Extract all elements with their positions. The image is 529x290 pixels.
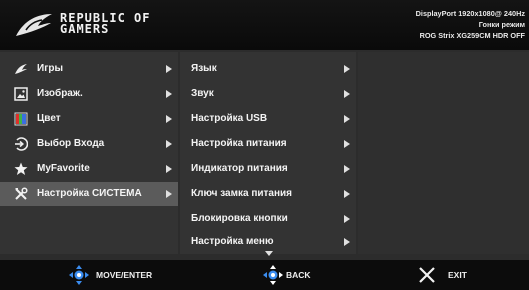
menu-item-label: Настройка СИСТЕМА	[37, 188, 142, 199]
brand-line-2: GAMERS	[60, 22, 110, 36]
sub-menu: Язык Звук Настройка USB Настройка питани…	[180, 52, 356, 256]
chevron-right-icon	[166, 165, 172, 173]
footer-hints: MOVE/ENTER BACK EXIT	[0, 260, 529, 290]
chevron-right-icon	[344, 238, 350, 246]
main-menu: Игры Изображ. Цвет Выбор Входа MyFavorit…	[0, 52, 178, 254]
rog-logo-icon	[16, 14, 52, 36]
menu-item-label: Цвет	[37, 113, 61, 124]
close-icon	[419, 267, 435, 283]
submenu-item-label: Звук	[191, 88, 214, 99]
chevron-right-icon	[166, 90, 172, 98]
submenu-item-usb-setup[interactable]: Настройка USB	[180, 107, 356, 131]
osd-window: REPUBLIC OF GAMERS DisplayPort 1920x1080…	[0, 0, 529, 290]
submenu-item-sound[interactable]: Звук	[180, 82, 356, 106]
color-bars-icon	[14, 112, 28, 126]
header: REPUBLIC OF GAMERS DisplayPort 1920x1080…	[0, 0, 529, 50]
menu-item-label: MyFavorite	[37, 163, 90, 174]
status-info: DisplayPort 1920x1080@ 240Hz Гонки режим…	[416, 8, 525, 41]
menu-item-system-setup[interactable]: Настройка СИСТЕМА	[0, 182, 178, 206]
status-input-resolution: DisplayPort 1920x1080@ 240Hz	[415, 9, 525, 18]
move-enter-label: MOVE/ENTER	[96, 270, 153, 280]
rog-eye-icon	[15, 64, 27, 74]
brand-logotype: REPUBLIC OF GAMERS	[60, 12, 150, 36]
chevron-right-icon	[344, 190, 350, 198]
submenu-item-label: Индикатор питания	[191, 163, 288, 174]
submenu-item-label: Настройка USB	[191, 113, 268, 124]
submenu-item-label: Блокировка кнопки	[191, 213, 288, 224]
submenu-item-key-lock[interactable]: Блокировка кнопки	[180, 207, 356, 231]
chevron-right-icon	[166, 190, 172, 198]
menu-item-games[interactable]: Игры	[0, 57, 178, 81]
chevron-right-icon	[344, 140, 350, 148]
chevron-right-icon	[166, 65, 172, 73]
submenu-item-label: Язык	[191, 63, 217, 74]
chevron-right-icon	[344, 115, 350, 123]
image-icon	[14, 87, 28, 101]
submenu-item-language[interactable]: Язык	[180, 57, 356, 81]
submenu-item-label: Настройка меню	[191, 236, 274, 247]
menu-item-label: Выбор Входа	[37, 138, 105, 149]
status-model-hdr: ROG Strix XG259CM HDR OFF	[419, 31, 525, 40]
status-game-mode: Гонки режим	[478, 20, 525, 29]
chevron-right-icon	[344, 215, 350, 223]
chevron-right-icon	[166, 115, 172, 123]
scroll-down-icon[interactable]	[265, 251, 273, 256]
tools-icon	[15, 187, 28, 200]
menu-item-myfavorite[interactable]: MyFavorite	[0, 157, 178, 181]
chevron-right-icon	[166, 140, 172, 148]
joystick-move-icon	[69, 265, 89, 285]
submenu-item-power-indicator[interactable]: Индикатор питания	[180, 157, 356, 181]
back-label: BACK	[286, 270, 311, 280]
input-icon	[15, 137, 28, 151]
chevron-right-icon	[344, 90, 350, 98]
submenu-item-power-setup[interactable]: Настройка питания	[180, 132, 356, 156]
chevron-right-icon	[344, 65, 350, 73]
submenu-item-label: Ключ замка питания	[191, 188, 293, 199]
submenu-item-power-key-lock[interactable]: Ключ замка питания	[180, 182, 356, 206]
menu-item-label: Изображ.	[37, 88, 83, 99]
joystick-back-icon	[263, 265, 283, 285]
chevron-right-icon	[344, 165, 350, 173]
exit-label: EXIT	[448, 270, 467, 280]
menu-item-color[interactable]: Цвет	[0, 107, 178, 131]
star-icon	[14, 162, 28, 175]
menu-item-image[interactable]: Изображ.	[0, 82, 178, 106]
menu-item-input-select[interactable]: Выбор Входа	[0, 132, 178, 156]
submenu-item-label: Настройка питания	[191, 138, 287, 149]
menu-item-label: Игры	[37, 63, 64, 74]
detail-panel	[358, 52, 529, 254]
